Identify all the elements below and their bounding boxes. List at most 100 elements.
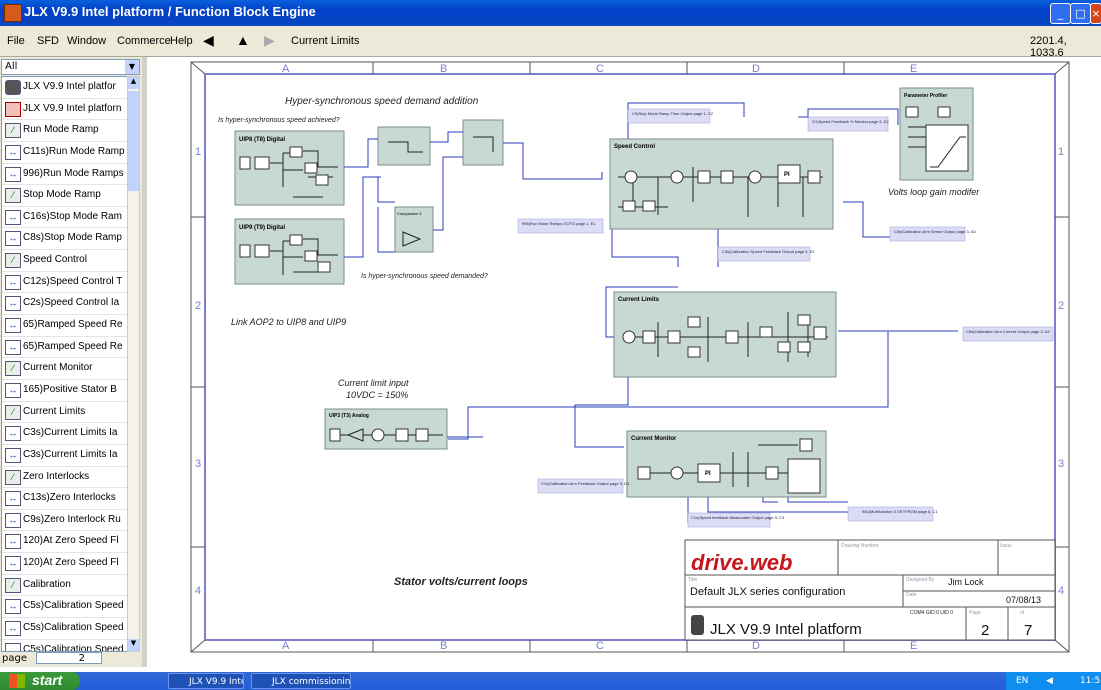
menu-window[interactable]: Window <box>67 35 106 47</box>
sidebar-scrollbar[interactable]: ▲ ▼ <box>127 76 140 652</box>
list-item-label: Calibration <box>23 578 71 590</box>
link-icon: ↔ <box>5 296 21 312</box>
list-item-label: 165)Positive Stator B <box>23 383 117 395</box>
list-item[interactable]: ↔ C8s)Stop Mode Ramp <box>2 228 127 251</box>
uip9-block[interactable]: UIP9 (T9) Digital <box>234 218 345 285</box>
list-item[interactable]: ↔ C5s)Calibration Speed <box>2 596 127 619</box>
list-item-label: C5s)Calibration Speed <box>23 600 124 612</box>
parameter-profiler-block[interactable]: Parameter Profiler <box>899 87 974 181</box>
comparator-block[interactable]: Comparator 3 <box>394 206 434 253</box>
page-label: page <box>2 653 27 664</box>
list-item[interactable]: ↔ C9s)Zero Interlock Ru <box>2 510 127 532</box>
col-label-b: B <box>440 63 447 75</box>
row-label-1: 1 <box>195 146 201 158</box>
list-item[interactable]: ↔ C13s)Zero Interlocks <box>2 488 127 510</box>
speed-control-block[interactable]: Speed Control PI <box>609 138 834 230</box>
list-item[interactable]: ⁄ Current Limits <box>2 402 127 424</box>
list-item[interactable]: ↔ C3s)Current Limits Ia <box>2 445 127 467</box>
forward-arrow-icon[interactable]: ▶ <box>264 32 275 49</box>
list-item[interactable]: ↔ 65)Ramped Speed Re <box>2 337 127 359</box>
list-item[interactable]: ↔ 65)Ramped Speed Re <box>2 315 127 337</box>
language-indicator[interactable]: EN <box>1016 672 1028 690</box>
list-item-label: Speed Control <box>23 254 87 266</box>
volume-icon[interactable]: ◀ <box>1046 672 1053 690</box>
windows-logo-icon <box>9 674 25 688</box>
list-item-label: Current Limits <box>23 405 86 417</box>
up-arrow-icon[interactable]: ▲ <box>236 32 250 48</box>
logic-block-2[interactable] <box>462 119 504 166</box>
drawing-canvas[interactable]: .lbl{font-family:"Liberation Sans",sans-… <box>148 57 1101 667</box>
task-jlx-commissioning[interactable]: JLX commissioning gui... <box>251 673 351 689</box>
sidebar: All ▼ JLX V9.9 Intel platfor JLX V9.9 Int… <box>0 57 147 667</box>
minimize-button[interactable]: _ <box>1050 3 1071 24</box>
ref-cal-arm-sense: C5s)Calibration Arm Sense Output page 3,… <box>894 229 976 234</box>
window-titlebar: JLX V9.9 Intel platform / Function Block… <box>0 0 1101 26</box>
uip8-block[interactable]: UIP8 (T8) Digital <box>234 130 345 206</box>
panel-splitter[interactable] <box>142 57 147 667</box>
link-icon: ↔ <box>5 339 21 355</box>
list-item[interactable]: ⁄ Stop Mode Ramp <box>2 185 127 207</box>
task-jlx-platform[interactable]: JLX V9.9 Intel platfor... <box>168 673 244 689</box>
page-spinner[interactable]: 2 <box>36 652 102 664</box>
list-item[interactable]: ↔ 996)Run Mode Ramps <box>2 164 127 186</box>
list-item-label: C11s)Run Mode Ramp <box>23 145 125 157</box>
col-label-c-bottom: C <box>596 640 604 652</box>
start-button[interactable]: start <box>0 672 80 690</box>
scroll-thumb[interactable] <box>128 91 139 191</box>
ramp-icon: ⁄ <box>5 469 21 485</box>
list-item-label: 996)Run Mode Ramps <box>23 167 124 179</box>
current-monitor-block[interactable]: Current Monitor PI <box>626 430 827 498</box>
chevron-down-icon[interactable]: ▼ <box>125 60 139 74</box>
list-item[interactable]: ⁄ Current Monitor <box>2 358 127 380</box>
link-icon: ↔ <box>5 621 21 637</box>
menu-help[interactable]: Help <box>170 35 193 47</box>
menu-sfd[interactable]: SFD <box>37 35 59 47</box>
current-limits-block[interactable]: Current Limits <box>613 291 837 378</box>
list-item[interactable]: ↔ 165)Positive Stator B <box>2 380 127 402</box>
menu-commerce[interactable]: Commerce <box>117 35 171 47</box>
current-monitor-title: Current Monitor <box>631 436 677 442</box>
block-list[interactable]: JLX V9.9 Intel platfor JLX V9.9 Intel pla… <box>1 76 128 652</box>
scroll-down-icon[interactable]: ▼ <box>128 639 139 651</box>
list-item-label: JLX V9.9 Intel platfor <box>23 81 116 92</box>
list-item[interactable]: ↔ C16s)Stop Mode Ram <box>2 207 127 229</box>
list-item[interactable]: ⁄ Speed Control <box>2 250 127 272</box>
back-arrow-icon[interactable]: ◀ <box>203 32 214 49</box>
note-volts-loop-gain: Volts loop gain modifer <box>888 187 980 197</box>
list-item[interactable]: ↔ 120)At Zero Speed Fl <box>2 553 127 575</box>
close-button[interactable]: × <box>1090 3 1101 24</box>
col-label-a-bottom: A <box>282 640 290 652</box>
list-item[interactable]: ↔ C5s)Calibration Speed <box>2 640 127 651</box>
link-icon: ↔ <box>5 274 21 290</box>
ramp-icon: ⁄ <box>5 188 21 204</box>
list-item[interactable]: ⁄ Run Mode Ramp <box>2 120 127 142</box>
list-item[interactable]: ⁄ Calibration <box>2 575 127 597</box>
uip8-title: UIP8 (T8) Digital <box>239 137 285 143</box>
uip9-title: UIP9 (T9) Digital <box>239 225 285 231</box>
row-label-4-right: 4 <box>1058 585 1064 597</box>
uip3-block[interactable]: UIP3 (T3) Analog <box>324 408 448 450</box>
list-item[interactable]: ↔ C3s)Current Limits Ia <box>2 423 127 445</box>
scroll-up-icon[interactable]: ▲ <box>128 77 139 89</box>
taskbar: start JLX V9.9 Intel platfor... JLX comm… <box>0 672 1101 690</box>
list-item-label: 65)Ramped Speed Re <box>23 340 123 352</box>
list-item[interactable]: ↔ C5s)Calibration Speed <box>2 618 127 640</box>
list-item[interactable]: ⁄ Zero Interlocks <box>2 467 127 489</box>
link-icon: ↔ <box>5 209 21 225</box>
list-item[interactable]: JLX V9.9 Intel platforn <box>2 99 127 121</box>
speed-control-title: Speed Control <box>614 144 655 150</box>
list-item[interactable]: ↔ 120)At Zero Speed Fl <box>2 531 127 554</box>
list-item[interactable]: ↔ C12s)Speed Control T <box>2 272 127 294</box>
menu-file[interactable]: File <box>7 35 25 47</box>
clock[interactable]: 11:5 <box>1080 672 1100 690</box>
list-item[interactable]: ↔ C2s)Speed Control Ia <box>2 293 127 316</box>
list-item-label: Current Monitor <box>23 362 93 374</box>
list-item[interactable]: ↔ C11s)Run Mode Ramp <box>2 142 127 164</box>
current-page-label: Current Limits <box>291 35 360 47</box>
list-item[interactable]: JLX V9.9 Intel platfor <box>2 77 127 99</box>
filter-dropdown[interactable]: All ▼ <box>1 59 140 75</box>
row-label-2-right: 2 <box>1058 300 1064 312</box>
maximize-button[interactable]: □ <box>1070 3 1091 24</box>
list-item-label: C2s)Speed Control Ia <box>23 297 120 309</box>
logic-block-1[interactable] <box>377 126 431 166</box>
